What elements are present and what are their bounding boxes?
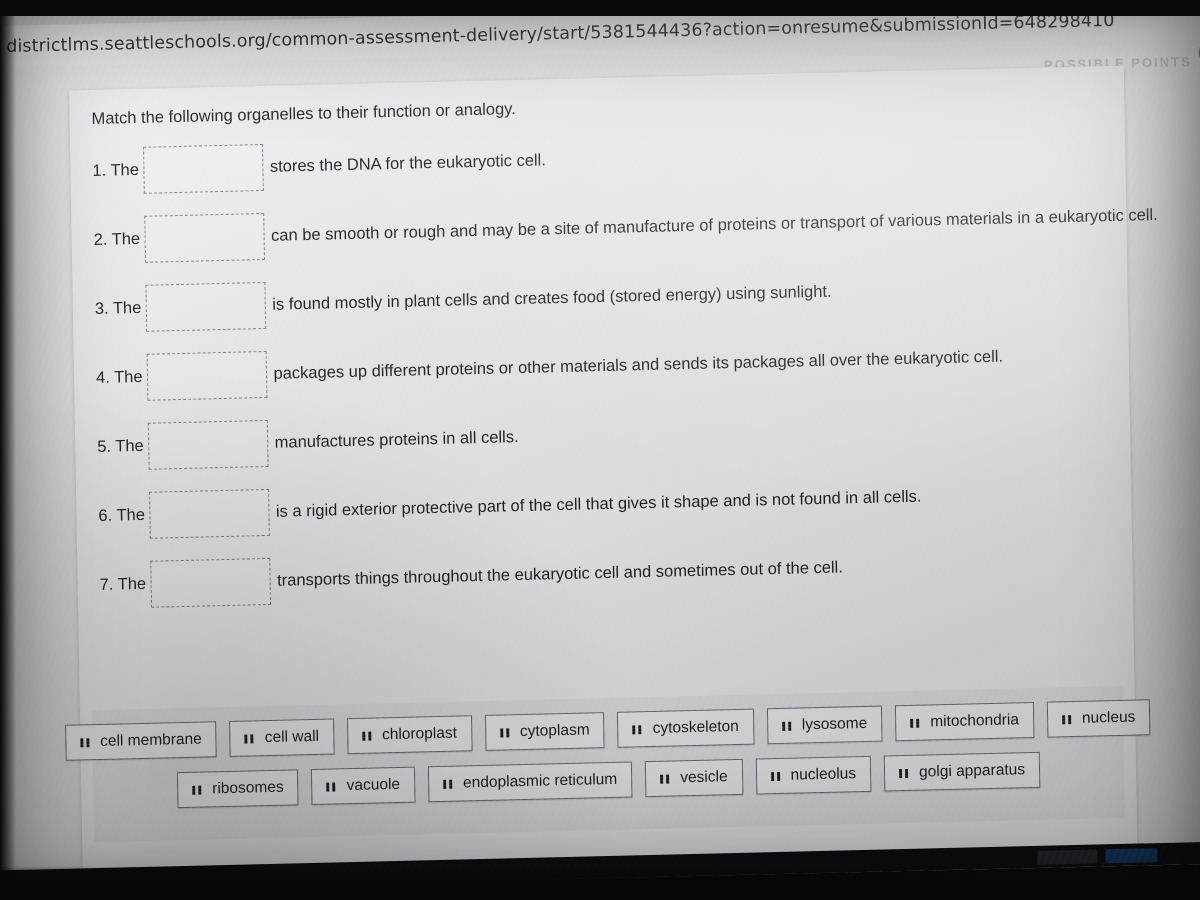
answer-chip-nucleus[interactable]: nucleus — [1046, 699, 1151, 738]
chip-label: vesicle — [680, 768, 728, 787]
drag-handle-icon[interactable] — [80, 737, 91, 747]
photo-of-screen: Microsoft Office Home ✕ P Conflict Compa… — [0, 0, 1200, 900]
chip-label: ribosomes — [212, 778, 284, 798]
chip-label: golgi apparatus — [918, 761, 1026, 781]
drag-handle-icon[interactable] — [1061, 714, 1073, 724]
chip-label: cell wall — [264, 727, 320, 747]
bezel-left — [0, 0, 16, 900]
drag-handle-icon[interactable] — [899, 768, 910, 778]
question-row: 2. The can be smooth or rough and may be… — [93, 193, 1158, 263]
drag-handle-icon[interactable] — [781, 721, 793, 731]
question-text: is found mostly in plant cells and creat… — [272, 282, 832, 314]
question-row: 5. The manufactures proteins in all cell… — [97, 400, 1119, 470]
answer-chip-endoplasmic-reticulum[interactable]: endoplasmic reticulum — [427, 761, 633, 803]
answer-chip-vesicle[interactable]: vesicle — [644, 758, 743, 798]
chip-label: chloroplast — [381, 724, 458, 744]
answer-dropzone-1[interactable] — [143, 143, 265, 194]
chip-label: cytoplasm — [519, 721, 590, 741]
question-text: transports things throughout the eukaryo… — [276, 557, 843, 590]
drag-handle-icon[interactable] — [326, 781, 338, 792]
question-number: 3. The — [94, 298, 142, 318]
question-text: manufactures proteins in all cells. — [274, 427, 519, 452]
chip-label: lysosome — [801, 714, 868, 734]
answer-chip-cytoskeleton[interactable]: cytoskeleton — [617, 708, 755, 748]
question-list: 1. The stores the DNA for the eukaryotic… — [92, 124, 1158, 631]
answer-chip-mitochondria[interactable]: mitochondria — [894, 701, 1035, 742]
drag-handle-icon[interactable] — [910, 718, 921, 728]
answer-chip-nucleolus[interactable]: nucleolus — [755, 755, 872, 795]
drag-handle-icon[interactable] — [192, 785, 203, 795]
answer-bank: cell membrane cell wall chloroplast cyto… — [64, 685, 1151, 843]
assessment-card: Match the following organelles to their … — [64, 65, 1158, 869]
chip-label: vacuole — [346, 775, 401, 795]
drag-handle-icon[interactable] — [361, 731, 373, 741]
answer-chip-lysosome[interactable]: lysosome — [766, 705, 883, 745]
drag-handle-icon[interactable] — [244, 733, 256, 744]
taskbar-item[interactable] — [1037, 849, 1098, 865]
question-number: 1. The — [92, 160, 140, 180]
question-text: packages up different proteins or other … — [273, 347, 1004, 383]
answer-chip-cytoplasm[interactable]: cytoplasm — [484, 712, 606, 751]
drag-handle-icon[interactable] — [632, 724, 644, 734]
question-row: 3. The is found mostly in plant cells an… — [94, 262, 1116, 332]
question-text: is a rigid exterior protective part of t… — [275, 487, 922, 521]
question-number: 6. The — [98, 505, 146, 525]
question-text: can be smooth or rough and may be a site… — [270, 205, 1158, 245]
bezel-bottom — [0, 866, 1200, 900]
question-row: 4. The packages up different proteins or… — [96, 331, 1118, 401]
chip-label: cytoskeleton — [652, 717, 739, 737]
laptop-screen: Microsoft Office Home ✕ P Conflict Compa… — [0, 0, 1200, 893]
chip-label: endoplasmic reticulum — [462, 770, 618, 792]
question-number: 5. The — [97, 436, 144, 456]
drag-handle-icon[interactable] — [443, 779, 454, 789]
answer-dropzone-7[interactable] — [150, 557, 272, 608]
answer-dropzone-5[interactable] — [148, 419, 270, 470]
answer-chip-chloroplast[interactable]: chloroplast — [346, 715, 473, 755]
question-number: 2. The — [93, 229, 141, 249]
taskbar-item[interactable] — [1105, 848, 1158, 864]
page-viewport: POSSIBLE POINTS Match the following orga… — [0, 39, 1200, 893]
answer-dropzone-2[interactable] — [144, 212, 266, 263]
drag-handle-icon[interactable] — [770, 771, 782, 781]
bezel-top — [0, 0, 1200, 16]
question-prompt: Match the following organelles to their … — [91, 100, 516, 129]
answer-chip-ribosomes[interactable]: ribosomes — [176, 769, 300, 809]
answer-dropzone-6[interactable] — [149, 488, 271, 539]
question-row: 7. The transports things throughout the … — [99, 538, 1121, 608]
chip-label: mitochondria — [930, 711, 1020, 731]
chip-label: nucleus — [1081, 708, 1136, 727]
answer-chip-vacuole[interactable]: vacuole — [311, 766, 416, 806]
drag-handle-icon[interactable] — [660, 774, 671, 784]
answer-bank-row-1: cell membrane cell wall chloroplast cyto… — [64, 699, 1151, 761]
drag-handle-icon[interactable] — [499, 727, 511, 738]
question-text: stores the DNA for the eukaryotic cell. — [269, 150, 546, 176]
answer-chip-cell-membrane[interactable]: cell membrane — [64, 721, 218, 761]
answer-dropzone-4[interactable] — [147, 350, 268, 401]
answer-chip-cell-wall[interactable]: cell wall — [229, 718, 335, 757]
question-row: 6. The is a rigid exterior protective pa… — [98, 469, 1120, 539]
chip-label: nucleolus — [790, 765, 857, 784]
question-number: 7. The — [99, 574, 147, 594]
answer-chip-golgi-apparatus[interactable]: golgi apparatus — [883, 751, 1041, 792]
question-number: 4. The — [95, 367, 143, 387]
chip-label: cell membrane — [100, 730, 202, 750]
question-row: 1. The stores the DNA for the eukaryotic… — [92, 124, 1114, 194]
answer-bank-row-2: ribosomes vacuole endoplasmic reticulum — [93, 750, 1124, 810]
answer-dropzone-3[interactable] — [145, 281, 267, 332]
